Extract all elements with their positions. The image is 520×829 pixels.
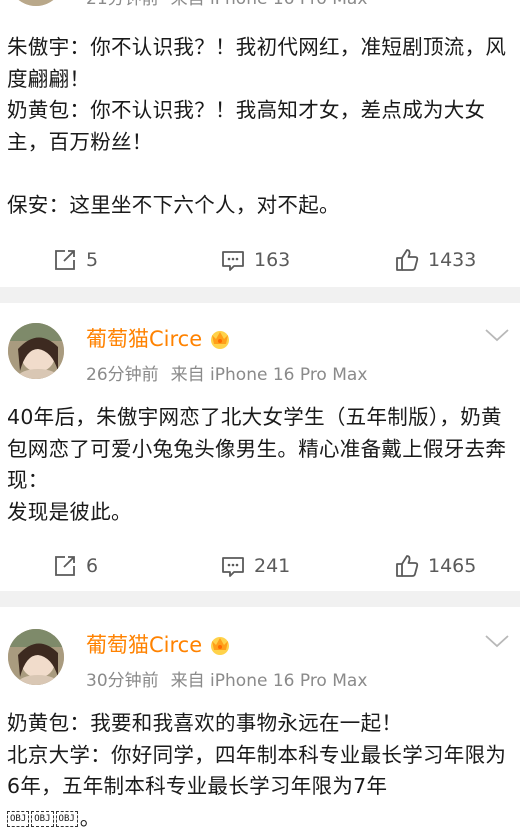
avatar[interactable] <box>8 629 64 685</box>
author-name-text: 葡萄猫Circe <box>86 327 203 351</box>
post-separator <box>0 591 520 607</box>
post-meta: 26分钟前 来自 iPhone 16 Pro Max <box>86 360 367 385</box>
post-actions: 6 241 1465 <box>0 546 520 586</box>
post-time: 26分钟前 <box>86 365 159 385</box>
like-count: 1433 <box>428 249 477 271</box>
post-separator <box>0 287 520 303</box>
like-count: 1465 <box>428 555 477 577</box>
comment-icon <box>222 557 244 577</box>
crown-icon <box>207 327 233 349</box>
like-button[interactable]: 1465 <box>394 546 476 586</box>
post-source: 来自 iPhone 16 Pro Max <box>170 365 368 385</box>
chevron-down-icon[interactable] <box>484 633 510 649</box>
post-text-main: 奶黄包：我要和我喜欢的事物永远在一起！ 北京大学：你好同学，四年制本科专业最长学… <box>7 711 507 798</box>
author-name[interactable]: 葡萄猫Circe <box>86 629 233 659</box>
author-name-text: 葡萄猫Circe <box>86 633 203 657</box>
post-text: 奶黄包：我要和我喜欢的事物永远在一起！ 北京大学：你好同学，四年制本科专业最长学… <box>7 708 507 829</box>
chevron-down-icon[interactable] <box>484 327 510 343</box>
like-icon <box>396 249 419 271</box>
post-text: 朱傲宇：你不认识我？！我初代网红，准短剧顶流，风度翩翩！ 奶黄包：你不认识我？！… <box>7 35 507 217</box>
obj-placeholder: OBJ <box>31 810 54 827</box>
obj-placeholder: OBJ <box>55 810 78 827</box>
repost-icon <box>55 250 75 270</box>
post-text: 40年后，朱傲宇网恋了北大女学生（五年制版），奶黄包网恋了可爱小兔兔头像男生。精… <box>7 405 507 524</box>
repost-count: 6 <box>86 555 99 577</box>
repost-button[interactable]: 6 <box>52 546 98 586</box>
comment-icon <box>222 251 244 271</box>
post-time: 30分钟前 <box>86 671 159 691</box>
post-card: 葡萄猫Circe 26分钟前 来自 iPhone 16 Pro Max 40年后，… <box>0 303 520 591</box>
comment-count: 163 <box>254 249 291 271</box>
comment-button[interactable]: 241 <box>220 546 290 586</box>
repost-count: 5 <box>86 249 99 271</box>
post-text-end: 。 <box>79 805 101 829</box>
like-button[interactable]: 1433 <box>394 240 476 280</box>
comment-button[interactable]: 163 <box>220 240 290 280</box>
avatar[interactable] <box>8 0 64 6</box>
post-card: 葡萄猫Circe 30分钟前 来自 iPhone 16 Pro Max 奶黄包：我… <box>0 607 520 829</box>
post-source: 来自 iPhone 16 Pro Max <box>170 671 368 691</box>
obj-placeholder: OBJ <box>7 810 30 827</box>
avatar[interactable] <box>8 323 64 379</box>
author-name[interactable]: 葡萄猫Circe <box>86 323 233 353</box>
post-actions: 5 163 1433 <box>0 240 520 280</box>
post-card: 21分钟前 来自 iPhone 16 Pro Max 朱傲宇：你不认识我？！我初代… <box>0 0 520 290</box>
post-meta: 21分钟前 来自 iPhone 16 Pro Max <box>86 0 367 9</box>
repost-icon <box>55 556 75 576</box>
repost-button[interactable]: 5 <box>52 240 98 280</box>
post-meta: 30分钟前 来自 iPhone 16 Pro Max <box>86 666 367 691</box>
post-source: 来自 iPhone 16 Pro Max <box>171 0 368 9</box>
crown-icon <box>207 633 233 655</box>
weibo-feed: 21分钟前来自 iPhone 16 Pro Max 朱傲宇：你不认识我？！我初代… <box>0 0 520 829</box>
like-icon <box>396 555 419 577</box>
post-time: 21分钟前 <box>86 0 159 9</box>
comment-count: 241 <box>254 555 291 577</box>
